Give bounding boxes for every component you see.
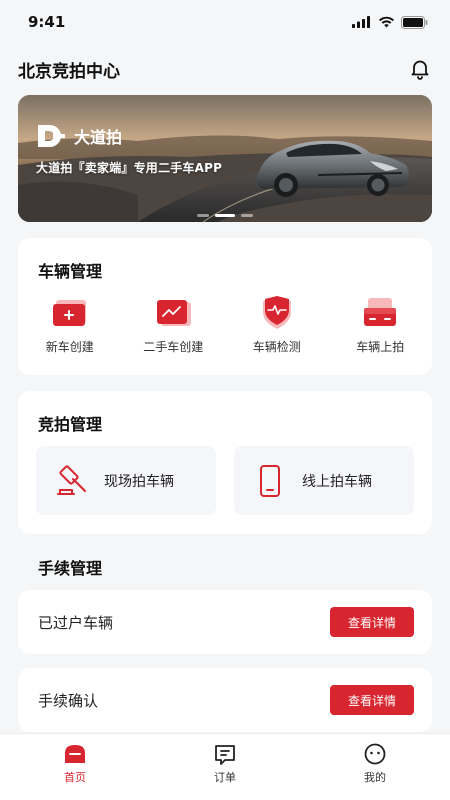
view-details-button[interactable]: 查看详情 xyxy=(330,685,414,715)
page-title: 北京竞拍中心 xyxy=(18,61,120,82)
view-details-button[interactable]: 查看详情 xyxy=(330,607,414,637)
transferred-vehicles-row[interactable]: 已过户车辆 查看详情 xyxy=(18,590,432,654)
carousel-dots xyxy=(18,214,432,217)
tab-orders-label: 订单 xyxy=(214,771,236,784)
banner-subtitle: 大道拍『卖家端』专用二手车APP xyxy=(36,161,223,175)
new-car-create-label: 新车创建 xyxy=(45,340,94,354)
procedure-confirmation-label: 手续确认 xyxy=(38,691,99,710)
new-car-box-icon xyxy=(52,300,86,326)
transferred-vehicles-label: 已过户车辆 xyxy=(38,613,114,632)
vehicle-actions-grid: 新车创建 二手车创建 车辆检测 车辆上拍 xyxy=(18,296,432,355)
shield-pulse-icon xyxy=(262,296,291,329)
gavel-icon xyxy=(57,464,86,495)
auction-management-card: 竞拍管理 现场拍车辆 线上拍车辆 xyxy=(18,391,432,534)
carousel-dot[interactable] xyxy=(241,214,253,217)
tab-home-label: 首页 xyxy=(64,771,86,784)
tab-home[interactable]: 首页 xyxy=(0,734,150,800)
carousel-dot-active[interactable] xyxy=(215,214,235,217)
wifi-icon xyxy=(379,16,394,28)
procedures-title: 手续管理 xyxy=(38,559,103,578)
tab-orders[interactable]: 订单 xyxy=(150,734,300,800)
carousel-dot[interactable] xyxy=(197,214,209,217)
vehicle-management-card: 车辆管理 新车创建 二手车创建 车辆检测 车辆上拍 xyxy=(18,238,432,375)
chart-board-icon xyxy=(157,300,192,326)
order-icon xyxy=(215,745,235,765)
onsite-auction-label: 现场拍车辆 xyxy=(104,473,174,490)
vehicle-management-title: 车辆管理 xyxy=(38,262,103,281)
tab-profile-label: 我的 xyxy=(364,771,386,784)
vehicle-listing-label: 车辆上拍 xyxy=(356,340,405,354)
onsite-auction-tile[interactable]: 现场拍车辆 xyxy=(36,446,216,515)
signal-icon xyxy=(352,16,370,28)
box-upload-icon xyxy=(364,298,397,326)
used-car-create-button[interactable]: 二手车创建 xyxy=(122,296,226,355)
brand-name: 大道拍 xyxy=(74,128,123,147)
bell-icon[interactable] xyxy=(408,57,432,81)
online-auction-tile[interactable]: 线上拍车辆 xyxy=(234,446,414,515)
vehicle-listing-button[interactable]: 车辆上拍 xyxy=(329,296,433,355)
battery-icon xyxy=(401,15,428,29)
tab-bar: 首页 订单 我的 xyxy=(0,733,450,800)
home-icon xyxy=(65,745,85,763)
brand-row: 大道拍 xyxy=(36,123,122,149)
vehicle-inspection-label: 车辆检测 xyxy=(252,340,301,354)
profile-icon xyxy=(364,743,386,765)
phone-icon xyxy=(260,464,280,497)
new-car-create-button[interactable]: 新车创建 xyxy=(18,296,122,355)
used-car-create-label: 二手车创建 xyxy=(143,340,204,354)
banner[interactable]: 大道拍 大道拍『卖家端』专用二手车APP xyxy=(18,95,432,222)
tab-profile[interactable]: 我的 xyxy=(300,734,450,800)
vehicle-inspection-button[interactable]: 车辆检测 xyxy=(225,296,329,355)
status-icons xyxy=(352,15,428,29)
brand-logo-icon xyxy=(38,125,65,147)
status-bar: 9:41 xyxy=(0,0,450,44)
status-time: 9:41 xyxy=(28,13,66,31)
auction-management-title: 竞拍管理 xyxy=(38,415,103,434)
header: 北京竞拍中心 xyxy=(0,52,450,86)
online-auction-label: 线上拍车辆 xyxy=(302,473,372,490)
procedure-confirmation-row[interactable]: 手续确认 查看详情 xyxy=(18,668,432,732)
